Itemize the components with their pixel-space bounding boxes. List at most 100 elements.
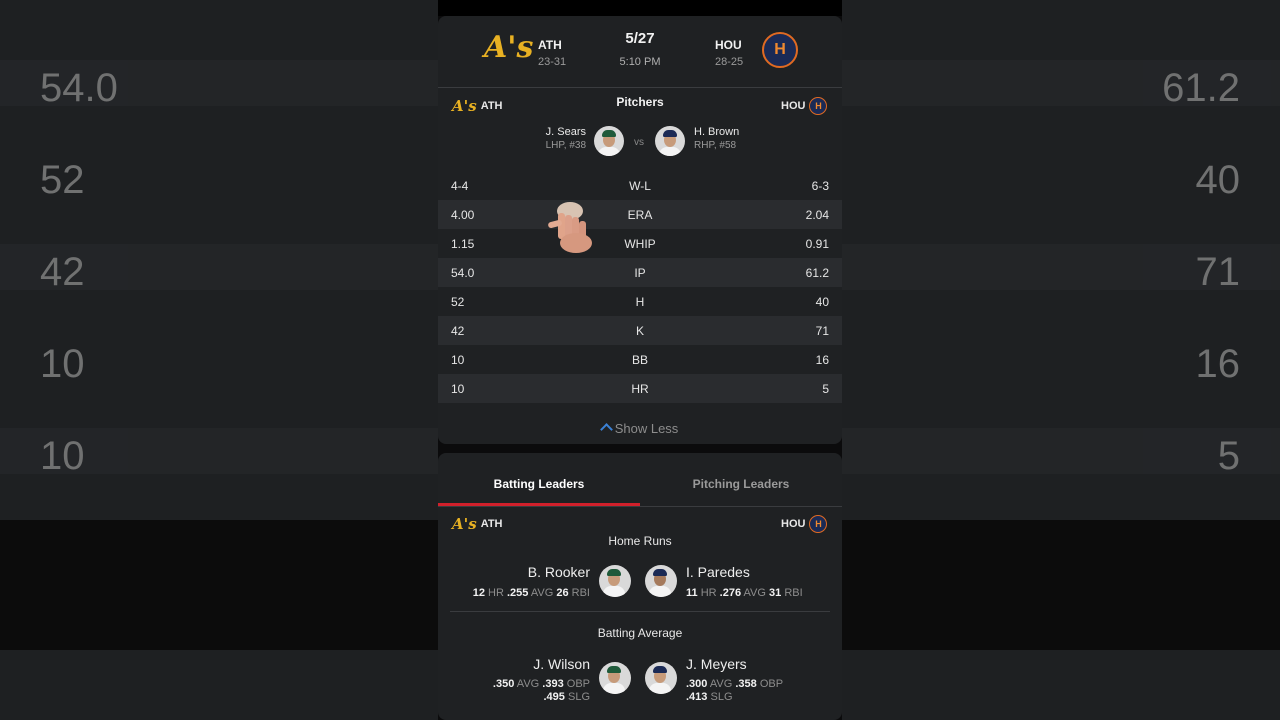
home-stat: 0.91 — [805, 237, 829, 251]
stat-unit: SLG — [567, 691, 590, 703]
stat-unit: HR — [488, 587, 504, 599]
stat-row: 1.15 WHIP 0.91 — [438, 229, 842, 258]
home-stat: 2.04 — [805, 208, 829, 222]
bg-value: 42 — [40, 250, 85, 294]
avatar-cap — [607, 666, 621, 673]
background-left-panel: 54.0 52 42 10 10 — [0, 0, 438, 720]
background-right-panel: 61.2 40 71 16 5 — [842, 0, 1280, 720]
divider — [450, 611, 830, 612]
avatar-body — [659, 147, 681, 156]
bg-value: 10 — [40, 342, 85, 386]
bg-value: 52 — [40, 158, 85, 202]
home-pitcher-avatar[interactable] — [655, 126, 685, 156]
divider — [438, 87, 842, 88]
home-abbr: HOU — [781, 100, 806, 112]
avatar-body — [598, 147, 620, 156]
home-team[interactable]: HOU 28-25 — [715, 38, 743, 68]
away-abbr: ATH — [480, 518, 503, 530]
stat-value: .255 — [506, 587, 529, 599]
stat-unit: OBP — [566, 678, 590, 690]
stat-unit: AVG — [709, 678, 733, 690]
away-pitcher-avatar[interactable] — [594, 126, 624, 156]
stat-unit: OBP — [759, 678, 784, 690]
bg-row: 40 — [842, 152, 1280, 202]
hand-overlay-icon — [548, 202, 592, 253]
bg-gap — [842, 520, 1280, 650]
avatar-cap — [653, 569, 667, 576]
astros-logo-icon: H — [809, 97, 828, 115]
avatar-body — [649, 683, 671, 694]
home-hr-leader-stats: 11 HR .276 AVG 31 RBI — [686, 587, 803, 599]
phone-screen: A's ATH 23-31 5/27 5:10 PM HOU 28-25 H A… — [438, 0, 842, 720]
stat-row: 54.0 IP 61.2 — [438, 258, 842, 287]
home-runs-title: Home Runs — [608, 534, 672, 548]
away-avg-leader-name[interactable]: J. Wilson — [533, 656, 590, 672]
tab-pitching-leaders[interactable]: Pitching Leaders — [640, 477, 842, 491]
home-hr-leader-name[interactable]: I. Paredes — [686, 564, 750, 580]
stat-label: W-L — [629, 179, 651, 193]
home-stat: 5 — [822, 382, 829, 396]
stat-value: .358 — [735, 678, 757, 690]
stat-unit: AVG — [516, 678, 540, 690]
stat-row: 10 HR 5 — [438, 374, 842, 403]
bg-value: 10 — [40, 434, 85, 478]
chevron-up-icon — [599, 423, 613, 436]
bg-value: 16 — [1195, 342, 1241, 386]
stat-value: 31 — [769, 587, 782, 599]
home-pitcher-info: RHP, #58 — [694, 140, 737, 151]
away-avg-leader-stats: .350 AVG .393 OBP .495 SLG — [493, 678, 590, 704]
stat-unit: AVG — [530, 587, 554, 599]
stat-unit: AVG — [743, 587, 766, 599]
tab-batting-leaders[interactable]: Batting Leaders — [438, 477, 640, 491]
pitchers-home-label: HOU H — [781, 97, 828, 115]
bg-value: 71 — [1195, 250, 1241, 294]
versus-label: vs — [634, 137, 644, 148]
home-stat: 40 — [815, 295, 829, 309]
bg-row: 10 — [0, 336, 438, 386]
away-hr-leader-name[interactable]: B. Rooker — [528, 564, 590, 580]
away-pitcher-info: LHP, #38 — [545, 140, 586, 151]
stat-value: .300 — [686, 678, 708, 690]
bg-row: 10 — [0, 428, 438, 478]
stat-value: 11 — [686, 587, 698, 599]
home-hr-leader-avatar[interactable] — [645, 565, 677, 597]
bg-value: 40 — [1195, 158, 1241, 202]
stat-value: .413 — [686, 691, 708, 703]
bg-row: 42 — [0, 244, 438, 294]
home-team-record: 28-25 — [715, 56, 744, 68]
bg-value: 54.0 — [40, 66, 118, 110]
away-avg-leader-avatar[interactable] — [599, 662, 631, 694]
stat-value: .393 — [542, 678, 564, 690]
home-team-abbr: HOU — [715, 38, 742, 52]
stat-row: 42 K 71 — [438, 316, 842, 345]
home-avg-leader-name[interactable]: J. Meyers — [686, 656, 747, 672]
status-bar — [438, 0, 842, 16]
home-avg-leader-avatar[interactable] — [645, 662, 677, 694]
away-pitcher-name[interactable]: J. Sears — [546, 126, 586, 138]
away-hr-leader-avatar[interactable] — [599, 565, 631, 597]
bg-value: 5 — [1217, 434, 1240, 478]
stat-label: IP — [634, 266, 646, 280]
stat-label: H — [635, 295, 645, 309]
stat-unit: SLG — [710, 691, 733, 703]
avatar-body — [603, 683, 625, 694]
stat-unit: HR — [700, 587, 717, 599]
astros-logo-icon: H — [762, 32, 798, 68]
avatar-body — [603, 586, 625, 597]
stat-value: .495 — [543, 691, 565, 703]
bg-gap — [0, 520, 438, 650]
bg-value: 61.2 — [1162, 66, 1240, 110]
stat-row: 4-4 W-L 6-3 — [438, 171, 842, 200]
home-pitcher-name[interactable]: H. Brown — [694, 126, 739, 138]
leaders-away-label: A's ATH — [452, 515, 502, 533]
stat-row: 4.00 ERA 2.04 — [438, 200, 842, 229]
leaders-home-label: HOU H — [781, 515, 828, 533]
stat-unit: RBI — [784, 587, 803, 599]
stat-unit: RBI — [571, 587, 590, 599]
bg-row: 52 — [0, 152, 438, 202]
stat-label: HR — [631, 382, 649, 396]
avatar-cap — [653, 666, 667, 673]
batting-average-title: Batting Average — [597, 626, 683, 640]
away-hr-leader-stats: 12 HR .255 AVG 26 RBI — [473, 587, 590, 599]
show-less-button[interactable]: Show Less — [438, 421, 842, 436]
